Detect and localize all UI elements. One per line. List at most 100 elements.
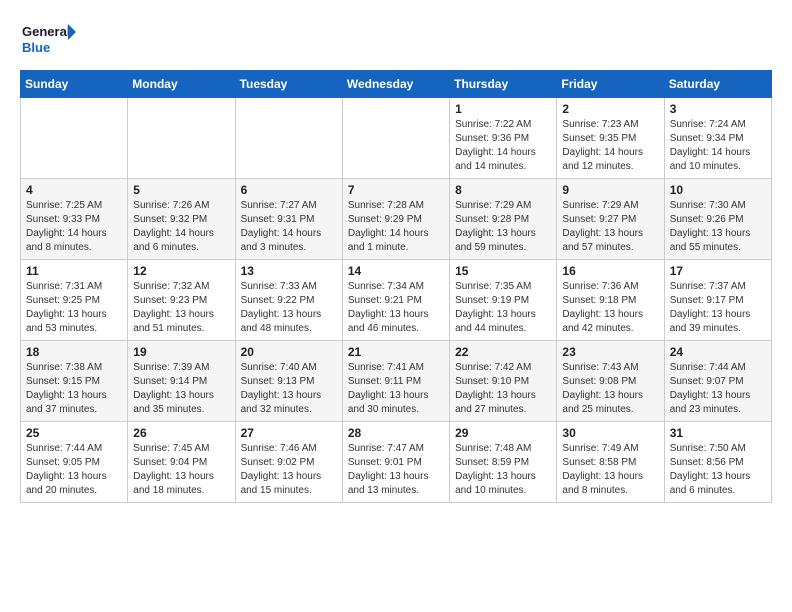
day-number: 11 [26,264,122,278]
day-info: Sunrise: 7:35 AM Sunset: 9:19 PM Dayligh… [455,280,551,336]
day-info: Sunrise: 7:45 AM Sunset: 9:04 PM Dayligh… [133,442,229,498]
day-number: 21 [348,345,444,359]
calendar-cell: 6 Sunrise: 7:27 AM Sunset: 9:31 PM Daylig… [235,179,342,260]
day-info: Sunrise: 7:40 AM Sunset: 9:13 PM Dayligh… [241,361,337,417]
day-number: 14 [348,264,444,278]
calendar-cell: 25 Sunrise: 7:44 AM Sunset: 9:05 PM Dayli… [21,422,128,503]
day-info: Sunrise: 7:43 AM Sunset: 9:08 PM Dayligh… [562,361,658,417]
day-number: 31 [670,426,766,440]
day-info: Sunrise: 7:23 AM Sunset: 9:35 PM Dayligh… [562,118,658,174]
day-info: Sunrise: 7:44 AM Sunset: 9:07 PM Dayligh… [670,361,766,417]
calendar-table: SundayMondayTuesdayWednesdayThursdayFrid… [20,70,772,503]
day-info: Sunrise: 7:24 AM Sunset: 9:34 PM Dayligh… [670,118,766,174]
day-info: Sunrise: 7:25 AM Sunset: 9:33 PM Dayligh… [26,199,122,255]
day-info: Sunrise: 7:33 AM Sunset: 9:22 PM Dayligh… [241,280,337,336]
calendar-cell: 31Sunrise: 7:50 AM Sunset: 8:56 PM Dayli… [664,422,771,503]
weekday-header-sunday: Sunday [21,71,128,98]
day-info: Sunrise: 7:31 AM Sunset: 9:25 PM Dayligh… [26,280,122,336]
week-row-3: 11 Sunrise: 7:31 AM Sunset: 9:25 PM Dayli… [21,260,772,341]
weekday-header-friday: Friday [557,71,664,98]
day-number: 30 [562,426,658,440]
day-info: Sunrise: 7:46 AM Sunset: 9:02 PM Dayligh… [241,442,337,498]
day-number: 12 [133,264,229,278]
day-info: Sunrise: 7:47 AM Sunset: 9:01 PM Dayligh… [348,442,444,498]
day-number: 24 [670,345,766,359]
calendar-cell [235,98,342,179]
calendar-cell: 14 Sunrise: 7:34 AM Sunset: 9:21 PM Dayli… [342,260,449,341]
week-row-1: 1 Sunrise: 7:22 AM Sunset: 9:36 PM Daylig… [21,98,772,179]
calendar-cell: 2 Sunrise: 7:23 AM Sunset: 9:35 PM Daylig… [557,98,664,179]
day-number: 22 [455,345,551,359]
day-number: 13 [241,264,337,278]
day-info: Sunrise: 7:27 AM Sunset: 9:31 PM Dayligh… [241,199,337,255]
weekday-header-thursday: Thursday [450,71,557,98]
day-info: Sunrise: 7:26 AM Sunset: 9:32 PM Dayligh… [133,199,229,255]
weekday-header-tuesday: Tuesday [235,71,342,98]
calendar-cell: 18Sunrise: 7:38 AM Sunset: 9:15 PM Dayli… [21,341,128,422]
calendar-cell: 8 Sunrise: 7:29 AM Sunset: 9:28 PM Daylig… [450,179,557,260]
calendar-cell: 26Sunrise: 7:45 AM Sunset: 9:04 PM Dayli… [128,422,235,503]
calendar-cell: 17 Sunrise: 7:37 AM Sunset: 9:17 PM Dayli… [664,260,771,341]
day-info: Sunrise: 7:32 AM Sunset: 9:23 PM Dayligh… [133,280,229,336]
calendar-cell: 23 Sunrise: 7:43 AM Sunset: 9:08 PM Dayli… [557,341,664,422]
week-row-5: 25 Sunrise: 7:44 AM Sunset: 9:05 PM Dayli… [21,422,772,503]
day-info: Sunrise: 7:37 AM Sunset: 9:17 PM Dayligh… [670,280,766,336]
day-number: 1 [455,102,551,116]
day-number: 8 [455,183,551,197]
day-number: 6 [241,183,337,197]
svg-text:General: General [22,24,70,39]
day-number: 3 [670,102,766,116]
day-number: 29 [455,426,551,440]
day-number: 15 [455,264,551,278]
day-number: 16 [562,264,658,278]
weekday-header-wednesday: Wednesday [342,71,449,98]
calendar-cell [128,98,235,179]
calendar-cell: 7Sunrise: 7:28 AM Sunset: 9:29 PM Daylig… [342,179,449,260]
logo: General Blue [20,20,80,60]
day-number: 20 [241,345,337,359]
calendar-cell [21,98,128,179]
calendar-cell: 29Sunrise: 7:48 AM Sunset: 8:59 PM Dayli… [450,422,557,503]
day-info: Sunrise: 7:34 AM Sunset: 9:21 PM Dayligh… [348,280,444,336]
calendar-cell: 22 Sunrise: 7:42 AM Sunset: 9:10 PM Dayli… [450,341,557,422]
calendar-cell: 13 Sunrise: 7:33 AM Sunset: 9:22 PM Dayli… [235,260,342,341]
calendar-cell: 16 Sunrise: 7:36 AM Sunset: 9:18 PM Dayli… [557,260,664,341]
day-number: 27 [241,426,337,440]
day-info: Sunrise: 7:41 AM Sunset: 9:11 PM Dayligh… [348,361,444,417]
day-info: Sunrise: 7:29 AM Sunset: 9:28 PM Dayligh… [455,199,551,255]
day-number: 2 [562,102,658,116]
day-info: Sunrise: 7:44 AM Sunset: 9:05 PM Dayligh… [26,442,122,498]
day-info: Sunrise: 7:30 AM Sunset: 9:26 PM Dayligh… [670,199,766,255]
calendar-cell: 30 Sunrise: 7:49 AM Sunset: 8:58 PM Dayli… [557,422,664,503]
calendar-cell: 28 Sunrise: 7:47 AM Sunset: 9:01 PM Dayli… [342,422,449,503]
day-info: Sunrise: 7:28 AM Sunset: 9:29 PM Dayligh… [348,199,444,255]
calendar-cell: 3 Sunrise: 7:24 AM Sunset: 9:34 PM Daylig… [664,98,771,179]
calendar-cell: 19Sunrise: 7:39 AM Sunset: 9:14 PM Dayli… [128,341,235,422]
calendar-cell: 5 Sunrise: 7:26 AM Sunset: 9:32 PM Daylig… [128,179,235,260]
calendar-cell: 1 Sunrise: 7:22 AM Sunset: 9:36 PM Daylig… [450,98,557,179]
day-info: Sunrise: 7:42 AM Sunset: 9:10 PM Dayligh… [455,361,551,417]
day-info: Sunrise: 7:29 AM Sunset: 9:27 PM Dayligh… [562,199,658,255]
day-number: 4 [26,183,122,197]
svg-text:Blue: Blue [22,40,50,55]
day-number: 19 [133,345,229,359]
day-number: 28 [348,426,444,440]
day-info: Sunrise: 7:22 AM Sunset: 9:36 PM Dayligh… [455,118,551,174]
day-info: Sunrise: 7:49 AM Sunset: 8:58 PM Dayligh… [562,442,658,498]
day-number: 5 [133,183,229,197]
logo-svg: General Blue [20,20,80,60]
calendar-cell: 20 Sunrise: 7:40 AM Sunset: 9:13 PM Dayli… [235,341,342,422]
weekday-header-saturday: Saturday [664,71,771,98]
day-number: 25 [26,426,122,440]
day-number: 17 [670,264,766,278]
week-row-4: 18Sunrise: 7:38 AM Sunset: 9:15 PM Dayli… [21,341,772,422]
day-info: Sunrise: 7:36 AM Sunset: 9:18 PM Dayligh… [562,280,658,336]
calendar-cell: 4 Sunrise: 7:25 AM Sunset: 9:33 PM Daylig… [21,179,128,260]
calendar-cell: 15 Sunrise: 7:35 AM Sunset: 9:19 PM Dayli… [450,260,557,341]
calendar-cell: 27 Sunrise: 7:46 AM Sunset: 9:02 PM Dayli… [235,422,342,503]
day-number: 23 [562,345,658,359]
header: General Blue [20,20,772,60]
calendar-cell: 12 Sunrise: 7:32 AM Sunset: 9:23 PM Dayli… [128,260,235,341]
day-number: 9 [562,183,658,197]
weekday-header-monday: Monday [128,71,235,98]
